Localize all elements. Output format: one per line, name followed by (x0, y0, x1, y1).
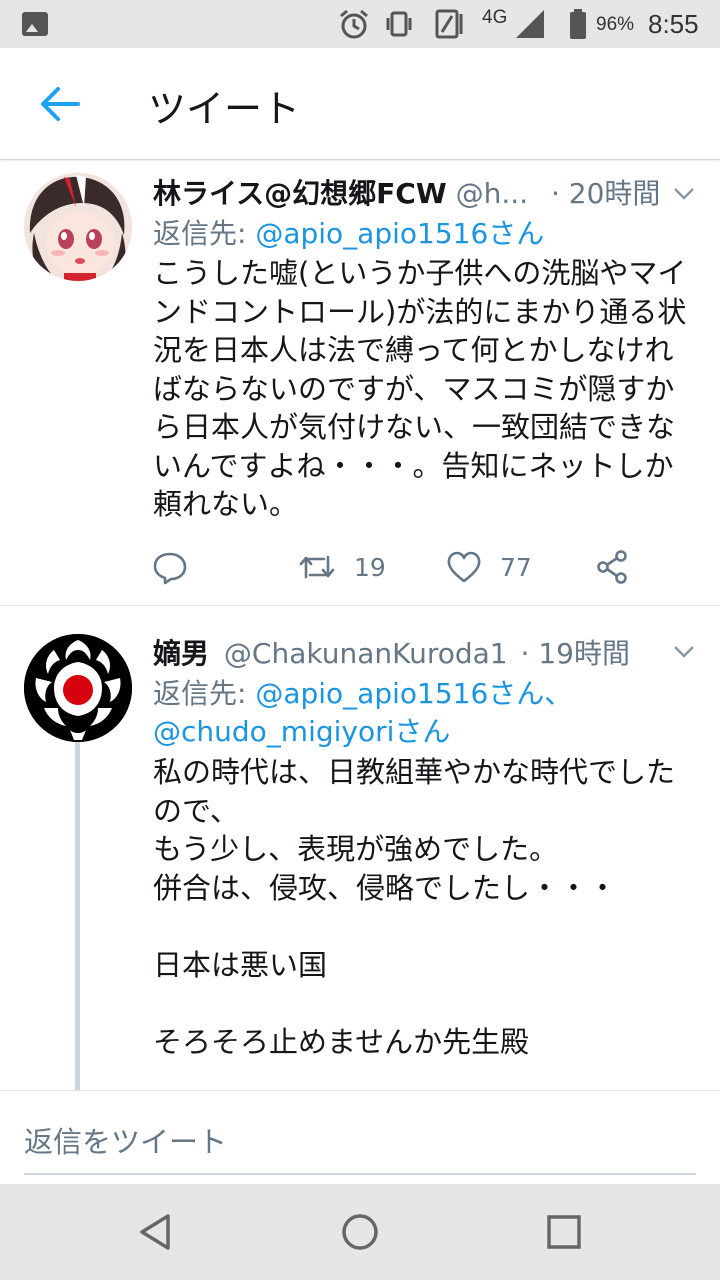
nav-recents-icon[interactable] (540, 1208, 588, 1256)
chevron-down-icon[interactable] (672, 639, 696, 663)
display-name[interactable]: 林ライス@幻想郷FCW (153, 177, 447, 210)
tweet-2[interactable]: 嫡男 @ChakunanKuroda1 · 19時間 返信先: @apio_ap… (0, 606, 720, 1090)
retweet-icon (299, 555, 335, 579)
tweet-text: こうした嘘(というか子供への洗脳やマインドコントロール)が法的にまかり通る状況を… (153, 256, 687, 521)
retweet-button[interactable]: 19 (298, 545, 386, 589)
reply-input[interactable]: 返信をツイート (24, 1119, 227, 1161)
reply-context: 返信先: @apio_apio1516さん、 @chudo_migiyoriさん (153, 675, 713, 751)
input-underline (24, 1173, 696, 1175)
mention-link[interactable]: @apio_apio1516さん (255, 217, 544, 250)
reply-context: 返信先: @apio_apio1516さん (153, 215, 713, 253)
retweet-count: 19 (354, 552, 386, 582)
cell-signal-icon (516, 10, 544, 38)
reply-prefix: 返信先: (153, 217, 256, 250)
reply-button[interactable] (152, 545, 188, 589)
like-count: 77 (500, 552, 532, 582)
nav-back-icon[interactable] (132, 1208, 180, 1256)
display-name[interactable]: 嫡男 (153, 637, 209, 670)
gallery-notification-icon (22, 12, 48, 36)
app-bar: ツイート (0, 48, 720, 160)
reply-icon (153, 552, 187, 585)
avatar[interactable] (24, 634, 132, 742)
system-nav-bar (0, 1184, 720, 1280)
network-type: 4G (482, 7, 508, 28)
nav-home-icon[interactable] (336, 1208, 384, 1256)
status-bar: 4G 96% 8:55 (0, 0, 720, 48)
reply-composer: 返信をツイート (0, 1090, 720, 1184)
nfc-signal-icon (435, 9, 463, 39)
share-icon (597, 550, 627, 584)
chevron-down-icon[interactable] (672, 181, 696, 205)
user-handle[interactable]: @ChakunanKuroda1 (224, 637, 508, 670)
page-title: ツイート (148, 87, 301, 131)
tweet-header: 林ライス@幻想郷FCW @h... · 20時間 (153, 172, 700, 212)
anime-avatar-image (24, 173, 132, 281)
user-handle[interactable]: @h... (456, 177, 528, 210)
tweet-actions: 19 77 (150, 545, 640, 589)
battery-icon (570, 9, 586, 39)
avatar[interactable] (24, 173, 132, 281)
alarm-icon (340, 9, 368, 39)
share-button[interactable] (594, 545, 630, 589)
mention-link[interactable]: @apio_apio1516さん、 (255, 677, 572, 710)
back-arrow-icon[interactable] (34, 78, 86, 130)
tweet-text: 私の時代は、日教組華やかな時代でしたので、 もう少し、表現が強めでした。 併合は… (153, 755, 676, 1059)
vibrate-icon (386, 11, 412, 37)
battery-level: 96% (596, 14, 635, 35)
tweet-time: · 20時間 (551, 177, 661, 210)
clock: 8:55 (648, 9, 699, 39)
heart-icon (447, 551, 481, 583)
thread-line (75, 742, 80, 1090)
tweet-time: · 19時間 (520, 637, 630, 670)
mention-link[interactable]: @chudo_migiyoriさん (153, 715, 450, 748)
like-button[interactable]: 77 (446, 545, 532, 589)
reply-prefix: 返信先: (153, 677, 256, 710)
family-crest-avatar-image (24, 634, 132, 742)
tweet-header: 嫡男 @ChakunanKuroda1 · 19時間 (153, 632, 700, 672)
tweet-1[interactable]: 林ライス@幻想郷FCW @h... · 20時間 返信先: @apio_apio… (0, 161, 720, 605)
